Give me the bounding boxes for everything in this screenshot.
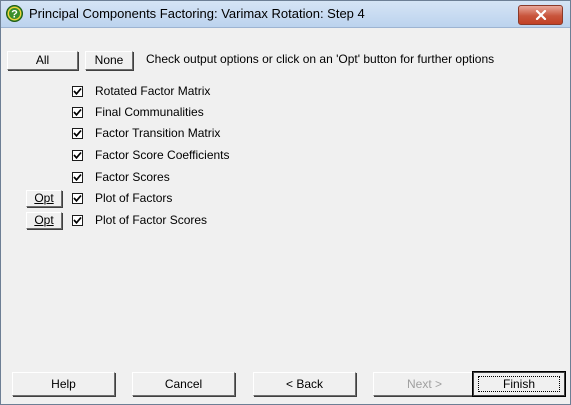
svg-text:?: ?	[11, 9, 18, 21]
finish-button[interactable]: Finish	[472, 371, 566, 397]
rotated-factor-matrix-label: Rotated Factor Matrix	[95, 84, 211, 98]
all-button[interactable]: All	[7, 51, 78, 70]
final-communalities-label: Final Communalities	[95, 105, 204, 119]
all-button-label: All	[35, 53, 50, 67]
check-icon	[73, 108, 82, 117]
plot-of-factor-scores-label: Plot of Factor Scores	[95, 213, 208, 227]
option-row-plot-of-factors: Opt Plot of Factors	[1, 190, 401, 208]
rotated-factor-matrix-checkbox[interactable]	[72, 86, 83, 97]
plot-of-factor-scores-checkbox[interactable]	[72, 215, 83, 226]
check-icon	[73, 173, 82, 182]
check-icon	[73, 151, 82, 160]
factor-scores-checkbox[interactable]	[72, 172, 83, 183]
dialog-body: All None Check output options or click o…	[1, 28, 570, 404]
factor-score-coefficients-checkbox[interactable]	[72, 150, 83, 161]
next-button-label: Next >	[406, 377, 442, 391]
close-icon	[535, 10, 547, 20]
instruction-text: Check output options or click on an 'Opt…	[146, 52, 495, 66]
factor-transition-matrix-label: Factor Transition Matrix	[95, 126, 221, 140]
opt-button-label: Opt	[34, 191, 54, 205]
check-icon	[73, 194, 82, 203]
option-row-factor-scores: Factor Scores	[1, 169, 401, 187]
plot-of-factors-checkbox[interactable]	[72, 193, 83, 204]
none-button-label: None	[94, 53, 124, 67]
next-button[interactable]: Next >	[373, 372, 476, 396]
factor-score-coefficients-label: Factor Score Coefficients	[95, 148, 230, 162]
plot-of-factors-opt-button[interactable]: Opt	[26, 190, 62, 207]
final-communalities-checkbox[interactable]	[72, 107, 83, 118]
factor-transition-matrix-checkbox[interactable]	[72, 128, 83, 139]
opt-button-label: Opt	[34, 213, 54, 227]
option-row-plot-of-factor-scores: Opt Plot of Factor Scores	[1, 212, 401, 230]
option-row-rotated-factor-matrix: Rotated Factor Matrix	[1, 83, 401, 101]
option-row-final-communalities: Final Communalities	[1, 104, 401, 122]
plot-of-factor-scores-opt-button[interactable]: Opt	[26, 212, 62, 229]
option-row-factor-score-coefficients: Factor Score Coefficients	[1, 147, 401, 165]
factor-scores-label: Factor Scores	[95, 170, 170, 184]
close-button[interactable]	[518, 5, 563, 25]
back-button-label: < Back	[285, 377, 324, 391]
back-button[interactable]: < Back	[253, 372, 356, 396]
title-bar[interactable]: ? Principal Components Factoring: Varima…	[1, 1, 570, 28]
none-button[interactable]: None	[85, 51, 133, 70]
help-button[interactable]: Help	[12, 372, 115, 396]
option-row-factor-transition-matrix: Factor Transition Matrix	[1, 125, 401, 143]
cancel-button-label: Cancel	[164, 377, 203, 391]
plot-of-factors-label: Plot of Factors	[95, 191, 173, 205]
check-icon	[73, 216, 82, 225]
help-button-label: Help	[51, 377, 76, 391]
question-icon: ?	[6, 5, 23, 22]
cancel-button[interactable]: Cancel	[132, 372, 235, 396]
window-title: Principal Components Factoring: Varimax …	[29, 6, 365, 21]
check-icon	[73, 87, 82, 96]
check-icon	[73, 129, 82, 138]
dialog-window: ? Principal Components Factoring: Varima…	[0, 0, 571, 405]
focus-rectangle	[478, 376, 560, 392]
